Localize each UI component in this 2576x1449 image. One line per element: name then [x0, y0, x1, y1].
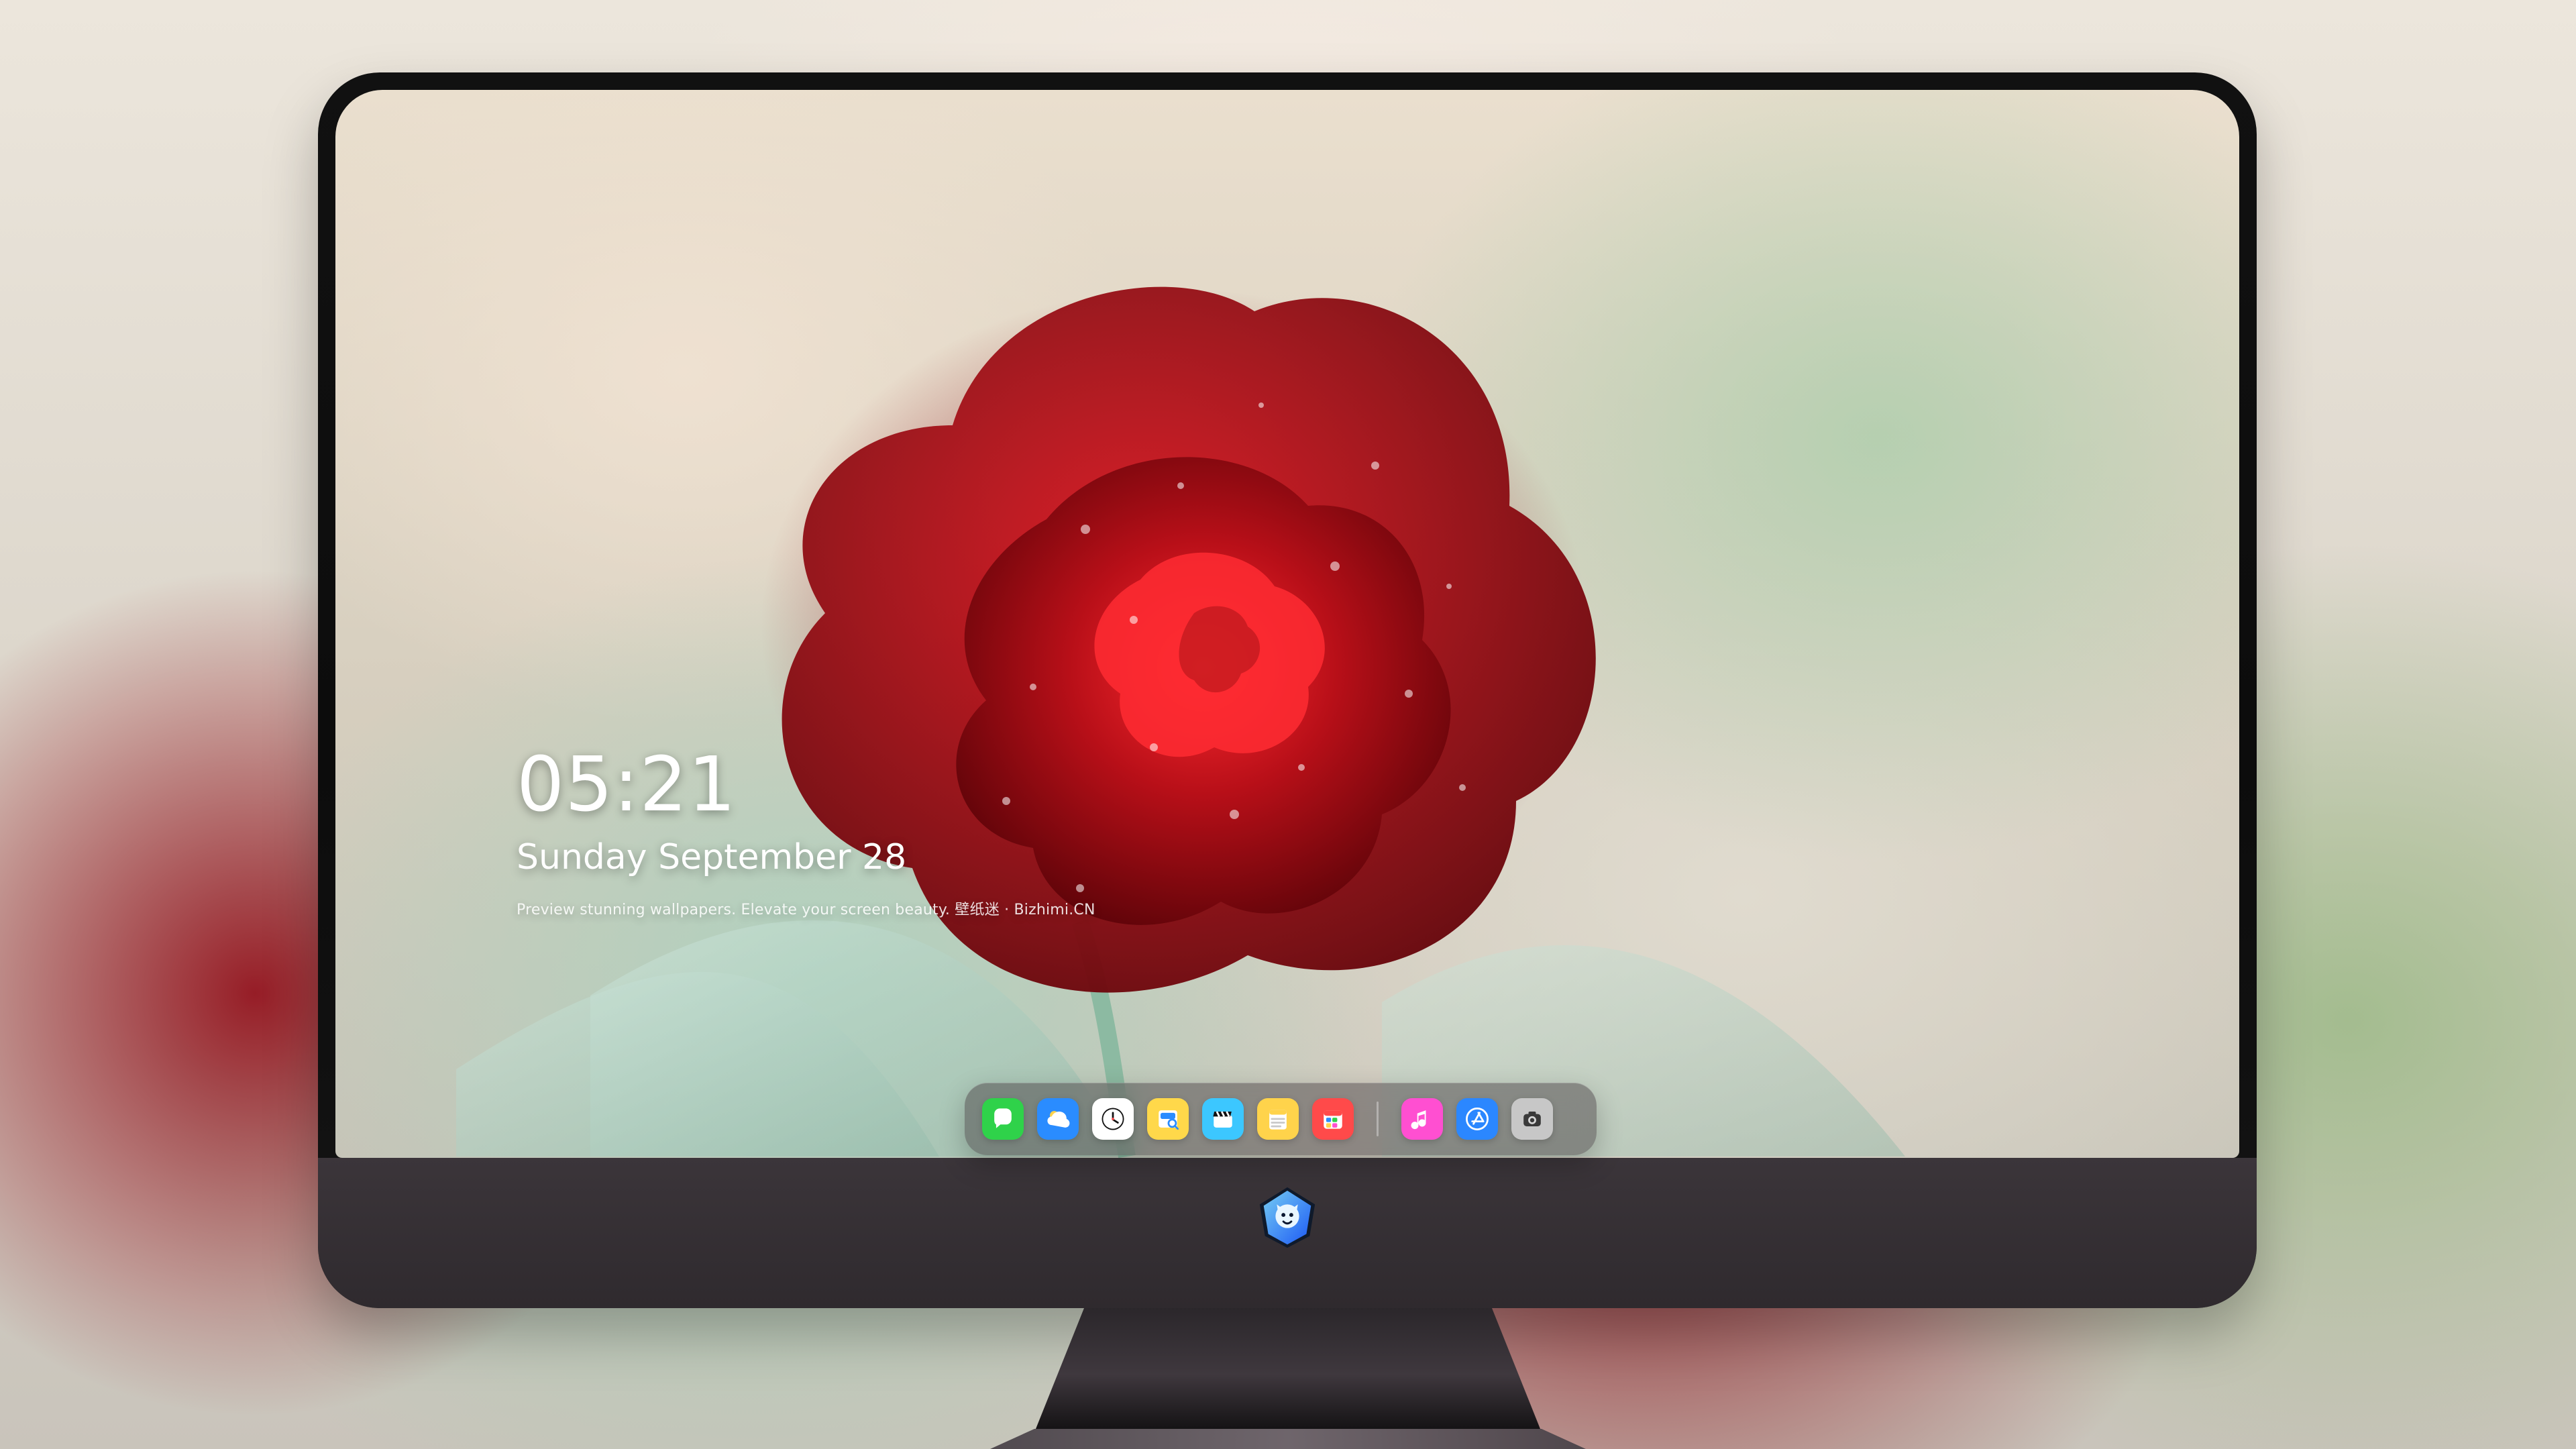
lock-screen-overlay: 05:21 Sunday September 28 Preview stunni… — [517, 747, 1095, 919]
dock-separator — [1377, 1102, 1379, 1136]
music-icon — [1411, 1110, 1426, 1130]
rose-wallpaper — [456, 286, 1905, 1158]
calendar-icon — [1324, 1110, 1342, 1129]
dock-app-camera[interactable] — [1511, 1098, 1553, 1140]
monitor-stand — [990, 1308, 1586, 1449]
preview-icon — [1159, 1110, 1179, 1130]
dock-app-clock[interactable] — [1092, 1098, 1134, 1140]
notes-icon — [1269, 1110, 1287, 1130]
app-store-icon — [1466, 1108, 1489, 1130]
messages-icon — [994, 1108, 1012, 1128]
dock-app-video[interactable] — [1202, 1098, 1244, 1140]
dock-app-music[interactable] — [1401, 1098, 1443, 1140]
lock-tagline: Preview stunning wallpapers. Elevate you… — [517, 902, 1095, 918]
dock-app-messages[interactable] — [982, 1098, 1024, 1140]
brand-logo-icon — [1259, 1187, 1316, 1248]
screen: 05:21 Sunday September 28 Preview stunni… — [335, 90, 2239, 1158]
clock-icon — [1102, 1108, 1124, 1130]
clapperboard-icon — [1213, 1111, 1232, 1128]
dock-app-app-store[interactable] — [1456, 1098, 1498, 1140]
dock — [965, 1083, 1597, 1155]
dock-app-weather[interactable] — [1037, 1098, 1079, 1140]
weather-icon — [1047, 1111, 1070, 1128]
dock-app-calendar[interactable] — [1312, 1098, 1354, 1140]
lock-time: 05:21 — [517, 741, 737, 828]
lock-date: Sunday September 28 — [517, 837, 907, 877]
dock-app-preview[interactable] — [1147, 1098, 1189, 1140]
camera-icon — [1523, 1112, 1541, 1126]
dock-app-notes[interactable] — [1257, 1098, 1299, 1140]
